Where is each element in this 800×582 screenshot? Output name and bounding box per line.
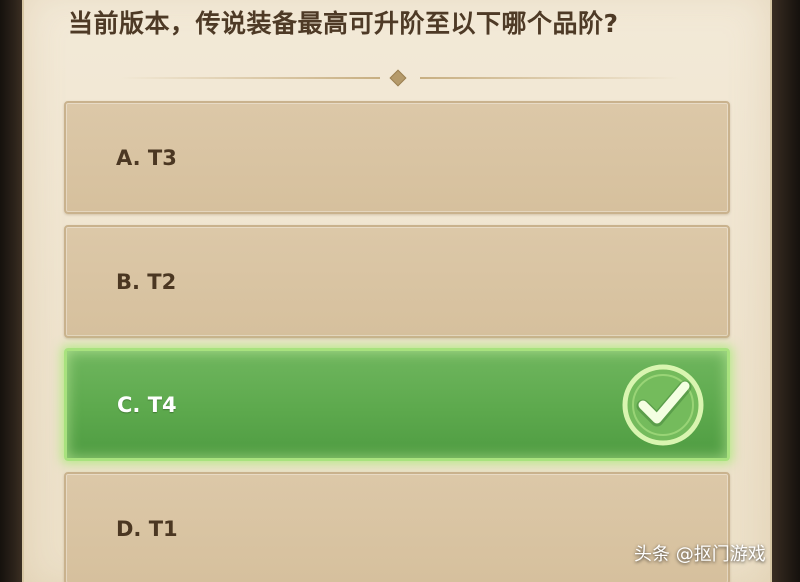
answer-option-d[interactable]: D. T1 xyxy=(64,472,730,582)
answer-option-label: C. T4 xyxy=(117,392,177,417)
divider-gem-icon xyxy=(389,69,407,87)
left-frame-border xyxy=(0,0,22,582)
divider-line-left xyxy=(120,77,380,79)
answer-option-label: D. T1 xyxy=(116,516,178,541)
answer-option-c[interactable]: C. T4 xyxy=(64,348,730,461)
answer-option-b[interactable]: B. T2 xyxy=(64,225,730,338)
answer-option-label: B. T2 xyxy=(116,269,177,294)
answer-option-a[interactable]: A. T3 xyxy=(64,101,730,214)
ornamental-divider xyxy=(120,69,680,87)
source-watermark: 头条 @抠门游戏 xyxy=(634,544,766,565)
right-frame-border xyxy=(772,0,800,582)
question-text: 当前版本，传说装备最高可升阶至以下哪个品阶? xyxy=(68,9,619,38)
check-circle-icon xyxy=(622,364,704,446)
answer-option-label: A. T3 xyxy=(116,145,177,170)
divider-line-right xyxy=(420,77,680,79)
